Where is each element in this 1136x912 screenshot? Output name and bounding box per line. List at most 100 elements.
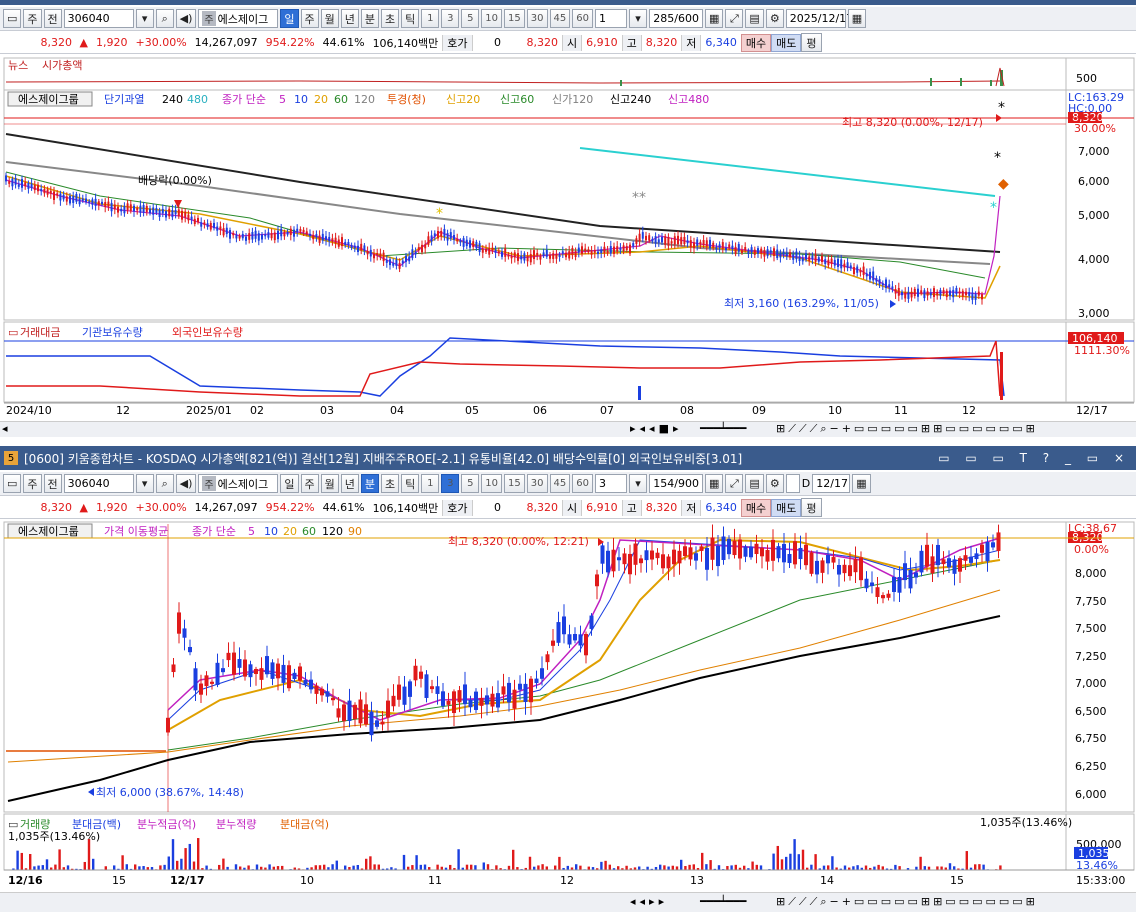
playback-icons[interactable]: ▸◂◂■▸: [630, 422, 682, 435]
drawing-tools-2[interactable]: ⊞⟋⟋⟋⌕−+▭▭▭▭▭⊞⊞▭▭▭▭▭▭⊞: [776, 895, 1038, 909]
legend-ma-label-2[interactable]: 가격 이동평균: [104, 525, 168, 538]
sell-button[interactable]: 매도: [771, 33, 802, 52]
zoom-slider[interactable]: ━━━┷━━━: [700, 422, 746, 435]
grid-icon-2[interactable]: ▤: [745, 474, 764, 493]
zoom-slider-2[interactable]: ━━━┷━━━: [700, 895, 746, 908]
period-week[interactable]: 주: [300, 9, 319, 28]
period-month[interactable]: 월: [320, 9, 339, 28]
candle-body: [661, 236, 663, 243]
top-chart[interactable]: 500 뉴스 시가총액 에스제이그룹 단기과열 240 480 종가 단순 5 …: [0, 56, 1136, 440]
vol-legend-2[interactable]: 분누적금(억): [137, 818, 196, 831]
legend-name[interactable]: 에스제이그룹: [18, 93, 79, 106]
market-select[interactable]: 주: [23, 9, 42, 28]
volume-bar: [881, 866, 884, 870]
chart-add-icon[interactable]: ▦: [704, 9, 724, 28]
eval-button-2[interactable]: 평: [801, 498, 822, 517]
code-input[interactable]: 306040: [63, 9, 134, 28]
legend-ind1[interactable]: 단기과열: [104, 93, 144, 106]
chart-add-icon-2[interactable]: ▦: [704, 474, 724, 493]
interval-60[interactable]: 60: [572, 9, 593, 28]
legend-ma[interactable]: 종가 단순: [222, 93, 266, 106]
scroll-left-icon[interactable]: ◂: [2, 422, 8, 435]
window-controls[interactable]: ▭ ▭ ▭ T ? _ ▭ ×: [938, 451, 1130, 465]
vol-legend-inst[interactable]: 기관보유수량: [82, 326, 143, 339]
unit-input-2[interactable]: 3: [594, 474, 627, 493]
interval-15[interactable]: 15: [504, 9, 525, 28]
interval-5-2[interactable]: 5: [461, 474, 480, 493]
grid-icon[interactable]: ▤: [745, 9, 764, 28]
stock-name-field-2[interactable]: 주 에스제이그: [198, 474, 279, 493]
search-icon[interactable]: ⌕: [155, 9, 174, 28]
interval-1[interactable]: 1: [421, 9, 440, 28]
buy-button-2[interactable]: 매수: [740, 498, 772, 517]
top-scrollbar[interactable]: ◂ ▸◂◂■▸ ━━━┷━━━ ⊞⟋⟋⟋⌕−+▭▭▭▭▭⊞⊞▭▭▭▭▭▭⊞: [0, 421, 1136, 437]
gear-icon[interactable]: ⚙: [765, 9, 784, 28]
date-checkbox[interactable]: [785, 474, 800, 493]
playback-icons-2[interactable]: ◂◂▸▸: [630, 895, 668, 908]
period-week-2[interactable]: 주: [300, 474, 319, 493]
interval-3-2[interactable]: 3: [441, 474, 460, 493]
interval-45[interactable]: 45: [549, 9, 571, 28]
vol-legend-3[interactable]: 분누적량: [216, 818, 256, 831]
interval-15-2[interactable]: 15: [504, 474, 525, 493]
prev-button-2[interactable]: 전: [43, 474, 62, 493]
calendar-icon-2[interactable]: ▦: [852, 474, 871, 493]
candle-body: [765, 550, 770, 562]
unit-dropdown-icon-2[interactable]: ▾: [628, 474, 647, 493]
interval-60-2[interactable]: 60: [572, 474, 593, 493]
date-input[interactable]: 2025/12/17: [785, 9, 853, 28]
eval-button[interactable]: 평: [801, 33, 822, 52]
vol-legend-foreign[interactable]: 외국인보유수량: [172, 326, 243, 339]
period-second[interactable]: 초: [381, 9, 400, 28]
vol-legend-4[interactable]: 분대금(억): [280, 818, 329, 831]
gear-icon-2[interactable]: ⚙: [765, 474, 784, 493]
chart-type-icon[interactable]: ▭: [3, 9, 22, 28]
interval-45-2[interactable]: 45: [549, 474, 571, 493]
count-input[interactable]: 285/600: [648, 9, 703, 28]
search-icon-2[interactable]: ⌕: [155, 474, 174, 493]
period-year-2[interactable]: 년: [340, 474, 359, 493]
legend-ma-2[interactable]: 종가 단순: [192, 525, 236, 538]
sound-icon-2[interactable]: ◀): [175, 474, 197, 493]
period-month-2[interactable]: 월: [320, 474, 339, 493]
period-day-2[interactable]: 일: [280, 474, 299, 493]
bottom-chart[interactable]: 에스제이그룹 가격 이동평균 종가 단순 5 10 20 60 120 90 L…: [0, 520, 1136, 892]
line-tool-icon[interactable]: ⤢: [725, 9, 744, 28]
count-input-2[interactable]: 154/900: [648, 474, 703, 493]
unit-dropdown-icon[interactable]: ▾: [628, 9, 647, 28]
unit-input[interactable]: 1: [594, 9, 627, 28]
dropdown-icon-2[interactable]: ▾: [135, 474, 154, 493]
interval-10[interactable]: 10: [481, 9, 503, 28]
line-tool-icon-2[interactable]: ⤢: [725, 474, 744, 493]
vol-legend-amount[interactable]: 거래대금: [20, 326, 60, 339]
calendar-icon[interactable]: ▦: [847, 9, 867, 28]
interval-1-2[interactable]: 1: [421, 474, 440, 493]
sell-button-2[interactable]: 매도: [771, 498, 802, 517]
news-legend-cap[interactable]: 시가총액: [42, 59, 82, 72]
interval-30[interactable]: 30: [526, 9, 548, 28]
period-day[interactable]: 일: [280, 9, 299, 28]
interval-5[interactable]: 5: [461, 9, 480, 28]
code-input-2[interactable]: 306040: [63, 474, 134, 493]
legend-name-2[interactable]: 에스제이그룹: [18, 525, 79, 538]
market-select-2[interactable]: 주: [23, 474, 42, 493]
news-legend-news[interactable]: 뉴스: [8, 59, 28, 72]
date-input-2[interactable]: 12/17: [812, 474, 851, 493]
period-tick[interactable]: 틱: [401, 9, 420, 28]
period-year[interactable]: 년: [340, 9, 359, 28]
drawing-tools[interactable]: ⊞⟋⟋⟋⌕−+▭▭▭▭▭⊞⊞▭▭▭▭▭▭⊞: [776, 422, 1038, 436]
dropdown-icon[interactable]: ▾: [135, 9, 154, 28]
prev-button[interactable]: 전: [43, 9, 62, 28]
chart-type-icon-2[interactable]: ▭: [3, 474, 22, 493]
interval-30-2[interactable]: 30: [526, 474, 548, 493]
sound-icon[interactable]: ◀): [175, 9, 197, 28]
interval-3[interactable]: 3: [441, 9, 460, 28]
period-tick-2[interactable]: 틱: [401, 474, 420, 493]
buy-button[interactable]: 매수: [740, 33, 772, 52]
stock-name-field[interactable]: 주 에스제이그: [198, 9, 279, 28]
bottom-scrollbar[interactable]: ◂◂▸▸ ━━━┷━━━ ⊞⟋⟋⟋⌕−+▭▭▭▭▭⊞⊞▭▭▭▭▭▭⊞: [0, 892, 1136, 912]
period-second-2[interactable]: 초: [381, 474, 400, 493]
period-minute[interactable]: 분: [360, 9, 380, 28]
period-minute-2[interactable]: 분: [360, 474, 380, 493]
interval-10-2[interactable]: 10: [481, 474, 503, 493]
